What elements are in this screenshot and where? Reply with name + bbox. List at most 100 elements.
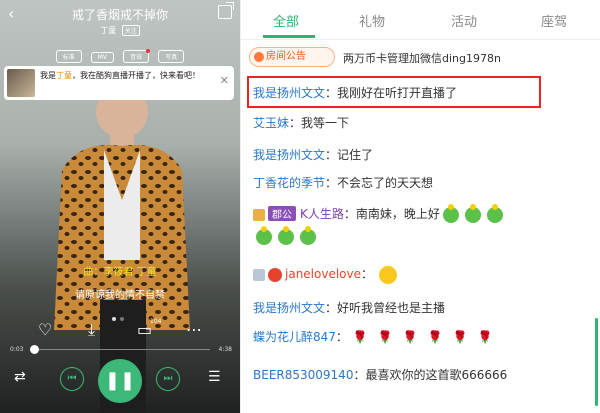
chat-nick[interactable]: 我是扬州文文 — [253, 86, 325, 100]
next-icon[interactable]: ⏭ — [156, 367, 180, 391]
gift-icon — [278, 226, 294, 245]
banner-artist-name: 丁童 — [56, 71, 72, 80]
rose-icon: 🌹 — [402, 330, 418, 344]
vip-badge-icon — [253, 208, 265, 221]
room-tabs: 全部 礼物 活动 座驾 — [241, 0, 600, 40]
lyric-composer: 曲：李筱君 丁童 — [83, 267, 157, 278]
music-player: ‹ 戒了香烟戒不掉你 丁童 关注 标准 MV 音效 写真 我是丁童，我在酷狗直播… — [0, 0, 240, 413]
chat-sep: ： — [325, 148, 338, 162]
gift-icon — [486, 203, 503, 223]
tab-gifts[interactable]: 礼物 — [359, 11, 385, 30]
song-title: 戒了香烟戒不掉你 — [71, 8, 168, 22]
live-banner[interactable]: 我是丁童，我在酷狗直播开播了，快来看吧！ ✕ — [4, 66, 234, 100]
speaker-icon — [254, 52, 264, 62]
prev-icon[interactable]: ⏮ — [60, 367, 84, 391]
progress-knob[interactable] — [29, 345, 39, 354]
chat-text: 记住了 — [337, 148, 374, 162]
chip-photo[interactable]: 写真 — [158, 50, 185, 63]
chat-message: 我是扬州文文：记住了 — [253, 146, 373, 163]
chat-text: 南南妹，晚上好 — [355, 207, 440, 221]
loop-icon[interactable]: ⇄ — [14, 369, 26, 385]
notification-dot — [146, 49, 151, 53]
chat-sep: ： — [343, 207, 356, 221]
action-row: ♡ ⤓ ▭ 104 ⋯ — [0, 318, 240, 342]
chat-scrollbar[interactable] — [595, 318, 598, 406]
room-notice: 房间公告 两万币卡管理加微信ding1978n — [249, 47, 599, 67]
rose-icon: 🌹 — [427, 330, 443, 344]
heart-icon[interactable]: ♡ — [38, 320, 52, 339]
chat-nick[interactable]: janelovelove — [285, 267, 361, 281]
tab-vehicle[interactable]: 座驾 — [541, 11, 567, 30]
chat-text: 最喜欢你的这首歌666666 — [365, 368, 508, 382]
lyric-current-line: 请原谅我的情不自禁 — [75, 290, 165, 301]
quality-chips: 标准 MV 音效 写真 — [0, 44, 240, 63]
chat-message: 我是扬州文文：好听我曾经也是主播 — [253, 299, 445, 316]
chat-nick[interactable]: K人生路 — [300, 207, 344, 221]
close-icon[interactable]: ✕ — [220, 74, 229, 87]
chat-text: 不会忘了的天天想 — [337, 176, 434, 190]
chat-nick[interactable]: 蝶为花儿醉847 — [253, 330, 336, 344]
pause-icon[interactable]: ❚❚ — [98, 359, 142, 403]
chat-sep: ： — [335, 330, 348, 344]
chat-nick[interactable]: 艾玉妹 — [253, 116, 289, 130]
gift-icon — [464, 203, 481, 223]
banner-prefix: 我是 — [40, 71, 56, 80]
chat-sep: ： — [325, 301, 338, 315]
chat-sep: ： — [353, 368, 366, 382]
banner-rest: ，我在酷狗直播开播了，快来看吧！ — [72, 71, 200, 80]
live-banner-text: 我是丁童，我在酷狗直播开播了，快来看吧！ — [40, 70, 210, 82]
chat-message: 丁香花的季节：不会忘了的天天想 — [253, 174, 433, 191]
chat-sep: ： — [361, 267, 374, 281]
chat-message: 蝶为花儿醉847： 🌹 🌹 🌹 🌹 🌹 🌹 — [253, 328, 498, 345]
player-topbar: ‹ 戒了香烟戒不掉你 — [0, 0, 240, 26]
comment-count: 104 — [150, 318, 162, 325]
gift-icon — [442, 203, 459, 223]
chat-nick[interactable]: 我是扬州文文 — [253, 301, 325, 315]
gift-icon — [256, 226, 272, 245]
rank-tag: 郡公 — [268, 206, 296, 221]
time-current: 0:03 — [10, 346, 24, 353]
time-total: 4:38 — [218, 346, 232, 353]
progress-track — [30, 349, 210, 350]
chat-message: 我是扬州文文：我刚好在听打开直播了 — [253, 84, 457, 101]
rose-icon: 🌹 — [452, 330, 468, 344]
follow-button[interactable]: 关注 — [121, 25, 140, 36]
level-badge-icon — [253, 268, 265, 281]
tab-activity[interactable]: 活动 — [451, 11, 477, 30]
rose-icon: 🌹 — [352, 330, 368, 344]
tab-all[interactable]: 全部 — [273, 11, 299, 30]
notice-badge: 房间公告 — [249, 47, 335, 67]
share-icon[interactable] — [218, 2, 234, 19]
vip-crown-icon — [268, 267, 282, 282]
rose-icon: 🌹 — [377, 330, 393, 344]
playlist-icon[interactable]: ☰ — [208, 369, 221, 385]
chat-sep: ： — [289, 116, 302, 130]
artist-name[interactable]: 丁童 — [100, 26, 116, 35]
chat-nick[interactable]: 丁香花的季节 — [253, 176, 325, 190]
notice-text: 两万币卡管理加微信ding1978n — [343, 52, 501, 65]
chip-sound-effect[interactable]: 音效 — [123, 49, 151, 63]
progress-bar[interactable]: 0:03 4:38 — [0, 343, 240, 357]
smile-emoji-icon — [379, 265, 398, 284]
download-icon[interactable]: ⤓ — [88, 320, 95, 340]
chip-mv[interactable]: MV — [90, 52, 115, 63]
playback-controls: ⇄ ⏮ ❚❚ ⏭ ☰ — [0, 357, 240, 407]
chip-sound-effect-label: 音效 — [130, 54, 143, 61]
chat-text: 好听我曾经也是主播 — [337, 301, 446, 315]
chat-message-continued — [253, 226, 319, 245]
chat-text: 我刚好在听打开直播了 — [337, 86, 458, 100]
chat-message: BEER853009140：最喜欢你的这首歌666666 — [253, 366, 507, 383]
chat-message: 郡公 K人生路：南南妹，晚上好 — [253, 203, 506, 223]
chat-text: 我等一下 — [301, 116, 350, 130]
chat-nick[interactable]: BEER853009140 — [253, 368, 353, 382]
rose-icon: 🌹 — [477, 330, 493, 344]
live-room-panel: 全部 礼物 活动 座驾 房间公告 两万币卡管理加微信ding1978n 我是扬州… — [240, 0, 600, 413]
chat-nick[interactable]: 我是扬州文文 — [253, 148, 325, 162]
notice-label: 房间公告 — [266, 51, 306, 62]
chat-sep: ： — [325, 176, 338, 190]
chat-message: janelovelove： — [253, 265, 398, 284]
gift-icon — [300, 226, 316, 245]
comment-icon[interactable]: ▭ 104 — [137, 318, 161, 339]
chip-standard[interactable]: 标准 — [55, 50, 82, 63]
more-icon[interactable]: ⋯ — [186, 320, 202, 339]
